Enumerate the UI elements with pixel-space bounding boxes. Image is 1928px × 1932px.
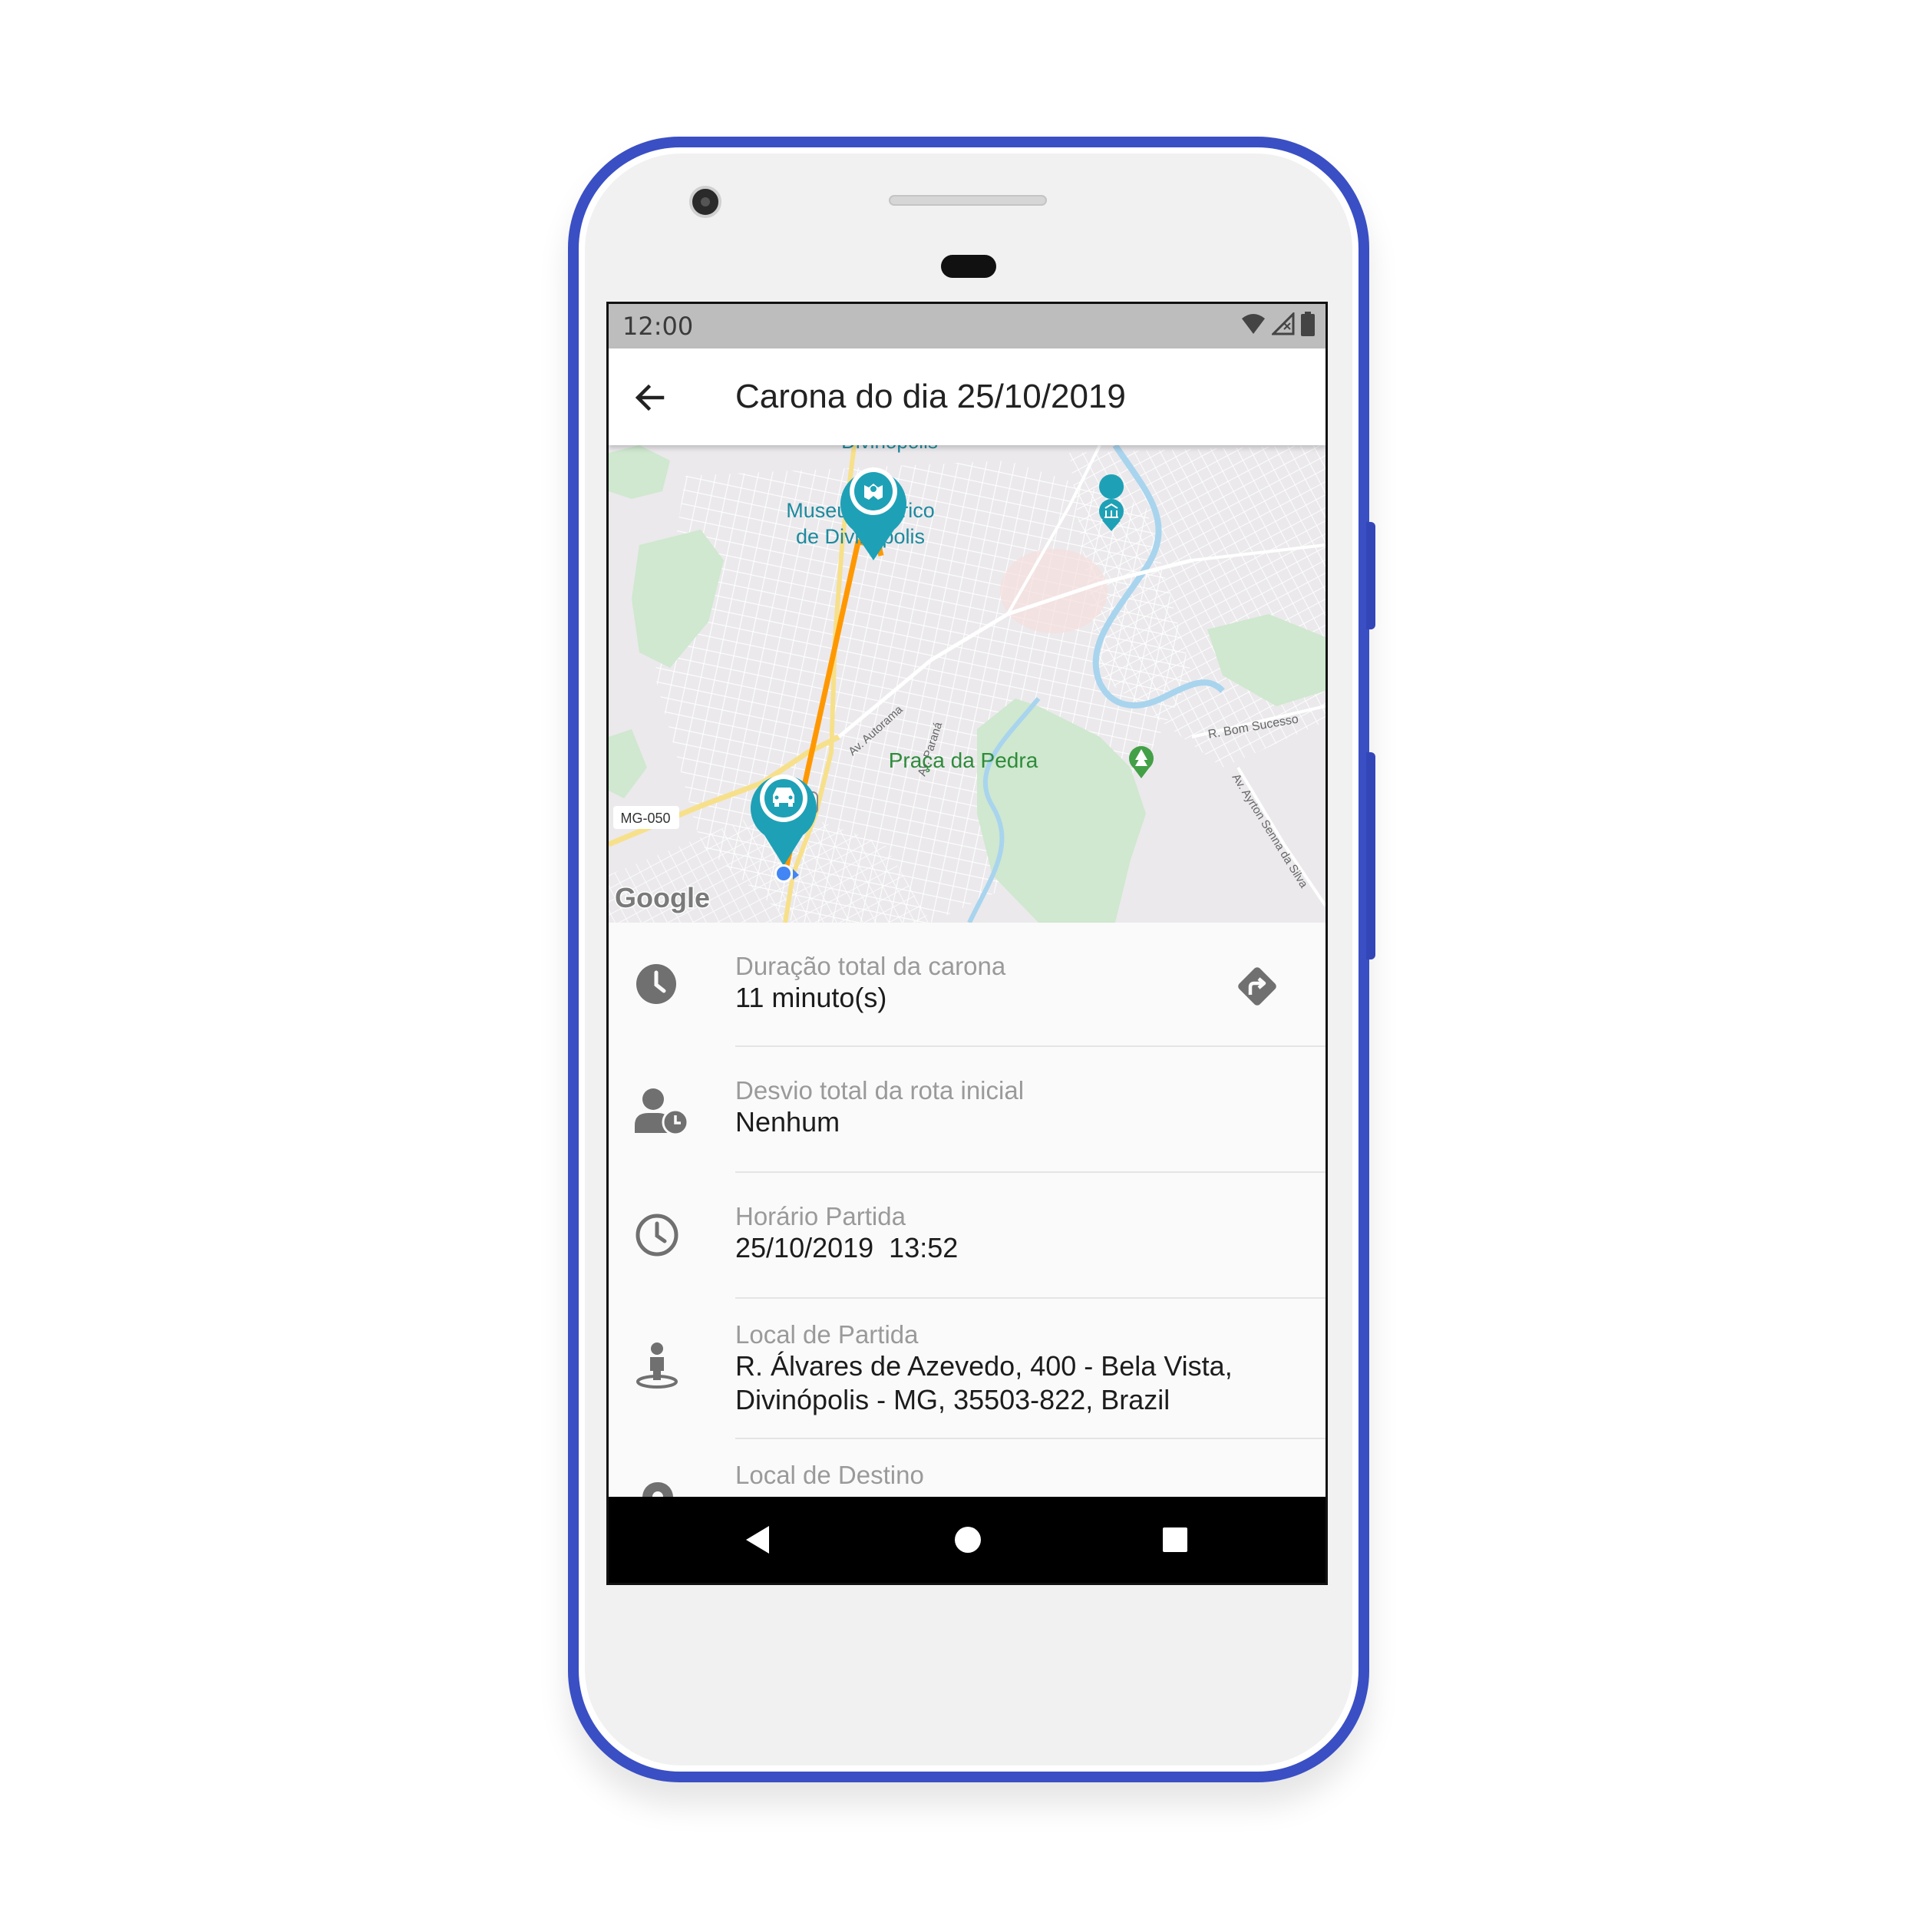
nav-home-icon[interactable] [952, 1524, 983, 1555]
departure-time-value: 25/10/2019 13:52 [735, 1232, 959, 1263]
street-view-icon [636, 1342, 678, 1389]
duration-value: 11 minuto(s) [735, 982, 887, 1013]
status-time: 12:00 [622, 312, 694, 341]
app-bar: Carona do dia 25/10/2019 [609, 348, 1326, 445]
nav-back-icon[interactable] [743, 1524, 774, 1555]
status-bar: 12:00 [609, 304, 1326, 348]
deviation-value: Nenhum [735, 1106, 840, 1138]
list-item-deviation: Desvio total da rota inicial Nenhum [609, 1047, 1326, 1173]
front-camera [689, 186, 721, 218]
back-arrow-icon[interactable] [632, 379, 669, 416]
map-label-park: Praça da Pedra [889, 748, 1038, 772]
power-button [1366, 522, 1375, 629]
route-map[interactable]: 494 MG-050 Av. Autorama Av. Paraná R. Bo… [609, 445, 1326, 923]
battery-icon [1301, 312, 1315, 336]
departure-place-line2: Divinópolis - MG, 35503-822, Brazil [735, 1384, 1170, 1415]
cell-signal-icon [1272, 312, 1295, 335]
wifi-icon [1242, 314, 1265, 334]
destination-place-label: Local de Destino [735, 1461, 924, 1489]
route-mg050-label: MG-050 [620, 811, 670, 826]
earpiece-speaker [889, 195, 1047, 206]
ride-details-list: Duração total da carona 11 minuto(s) Des… [609, 923, 1326, 1531]
departure-place-line1: R. Álvares de Azevedo, 400 - Bela Vista, [735, 1350, 1233, 1382]
google-logo: Google [615, 882, 710, 913]
map-label-city: Divinópolis [841, 445, 938, 453]
departure-time-label: Horário Partida [735, 1202, 906, 1230]
phone-screen: 12:00 Carona do dia 25/10/2019 MG-050 Av… [606, 302, 1328, 1585]
status-icons [1241, 312, 1315, 336]
departure-place-label: Local de Partida [735, 1320, 919, 1349]
nav-recents-icon[interactable] [1160, 1524, 1190, 1555]
system-navigation-bar [609, 1497, 1326, 1583]
proximity-sensor [941, 255, 996, 278]
user-clock-icon [635, 1088, 689, 1134]
directions-icon[interactable] [1233, 963, 1281, 1010]
clock-outline-icon [636, 1214, 678, 1257]
duration-label: Duração total da carona [735, 952, 1006, 980]
list-item-departure-place: Local de Partida R. Álvares de Azevedo, … [609, 1299, 1326, 1439]
clock-filled-icon [636, 964, 676, 1004]
list-item-departure-time: Horário Partida 25/10/2019 13:52 [609, 1173, 1326, 1299]
volume-button [1366, 752, 1375, 959]
deviation-label: Desvio total da rota inicial [735, 1076, 1025, 1105]
list-item-duration: Duração total da carona 11 minuto(s) [609, 923, 1326, 1047]
page-title: Carona do dia 25/10/2019 [735, 378, 1126, 415]
